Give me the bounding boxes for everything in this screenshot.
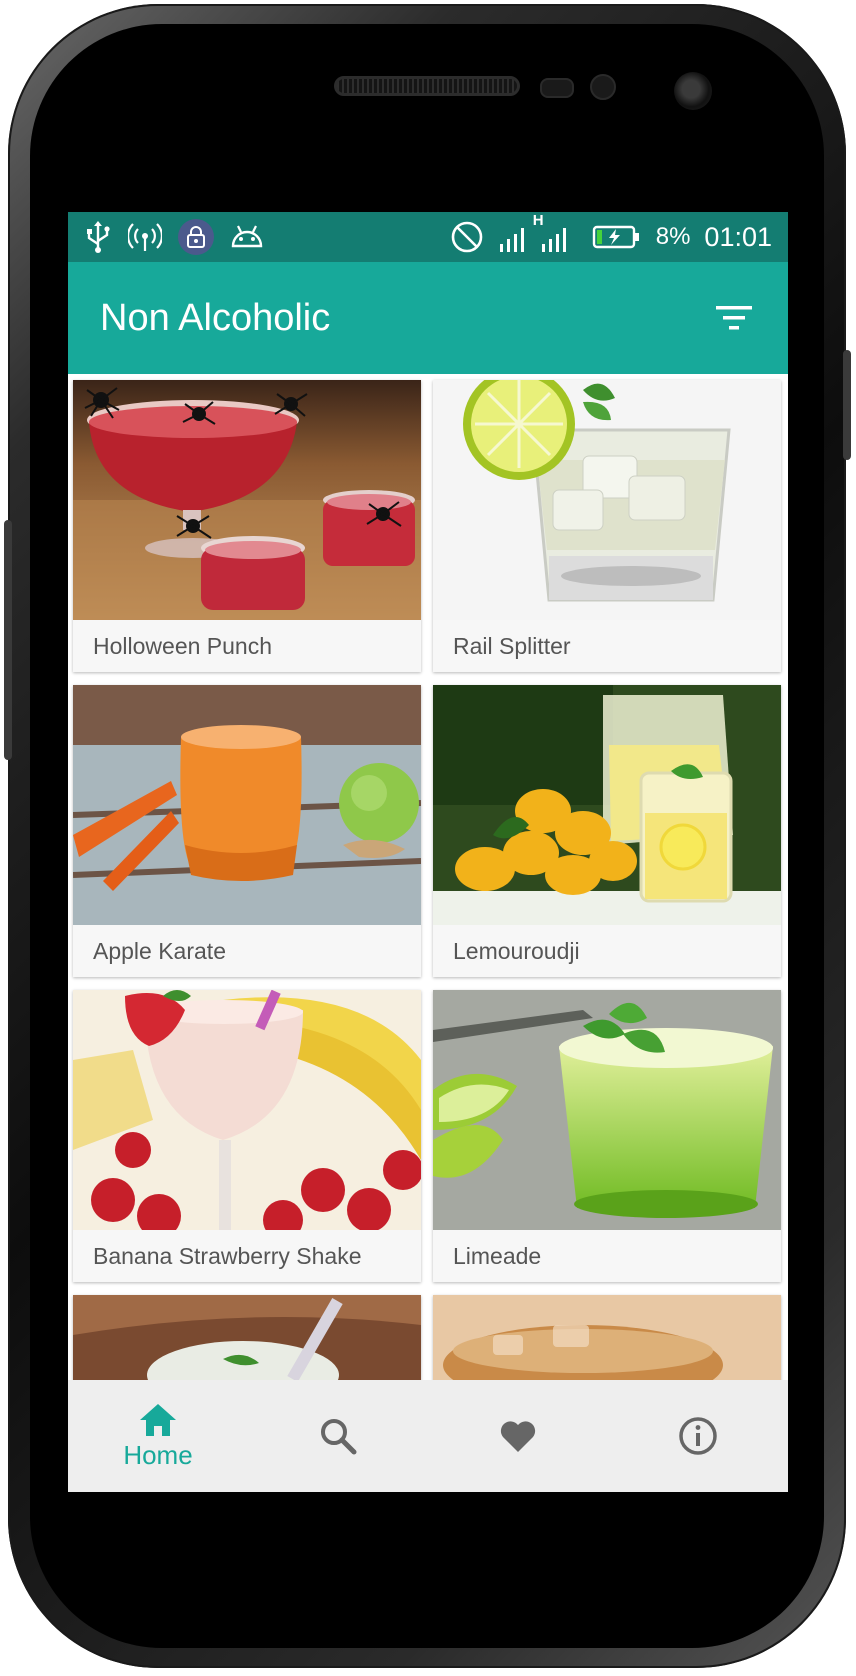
network-type-label: H (532, 212, 544, 229)
battery-charging-icon (592, 224, 642, 250)
drink-name: Apple Karate (93, 937, 226, 964)
clock: 01:01 (704, 221, 772, 252)
drink-card[interactable]: Limeade (433, 990, 781, 1282)
drink-image (433, 990, 781, 1230)
nav-home[interactable]: Home (68, 1380, 248, 1492)
filter-list-icon (716, 306, 752, 330)
drink-card[interactable]: Holloween Punch (73, 380, 421, 672)
do-not-disturb-icon (450, 220, 484, 254)
drink-name: Limeade (453, 1242, 542, 1269)
nav-search[interactable] (248, 1380, 428, 1492)
nav-info[interactable] (608, 1380, 788, 1492)
search-icon (321, 1419, 357, 1455)
app-bar: Non Alcoholic (68, 262, 788, 374)
drink-name: Holloween Punch (93, 632, 273, 659)
nav-favorites[interactable] (428, 1380, 608, 1492)
drink-image (73, 990, 421, 1230)
proximity-sensor (540, 78, 574, 98)
drink-card[interactable]: Banana Strawberry Shake (73, 990, 421, 1282)
bottom-navigation: Home (68, 1380, 788, 1492)
drink-image (433, 685, 781, 925)
hotspot-icon (128, 221, 162, 253)
power-button (843, 350, 851, 460)
drink-image (73, 685, 421, 925)
page-title: Non Alcoholic (100, 296, 331, 339)
heart-icon (500, 1421, 536, 1452)
light-sensor (590, 74, 616, 100)
drink-image (73, 1295, 421, 1385)
nav-home-label: Home (123, 1439, 193, 1470)
front-camera (674, 72, 712, 110)
drink-name: Lemouroudji (453, 937, 580, 964)
volume-button (4, 520, 12, 760)
info-icon (679, 1417, 717, 1455)
drink-grid: Holloween Punch Rail Splitter Apple Kara… (68, 374, 788, 1394)
vpn-lock-icon (178, 219, 214, 255)
drink-card[interactable]: Lemouroudji (433, 685, 781, 977)
earpiece-speaker (334, 76, 520, 96)
drink-image (73, 380, 421, 620)
filter-button[interactable] (710, 294, 758, 342)
battery-percent: 8% (655, 223, 691, 250)
drink-image (433, 380, 781, 620)
drink-card[interactable] (73, 1295, 421, 1385)
usb-icon (84, 220, 112, 254)
home-icon (140, 1403, 176, 1436)
signal-icon: H (498, 212, 578, 254)
drink-name: Banana Strawberry Shake (93, 1242, 362, 1269)
status-bar: H 8% 01:01 (68, 212, 788, 262)
drink-image (433, 1295, 781, 1385)
drink-card[interactable] (433, 1295, 781, 1385)
app-screen: H 8% 01:01 Non Alcoholic Holloween Punch… (68, 212, 788, 1492)
drink-card[interactable]: Apple Karate (73, 685, 421, 977)
android-debug-icon (230, 224, 264, 250)
drink-card[interactable]: Rail Splitter (433, 380, 781, 672)
drink-name: Rail Splitter (453, 632, 571, 659)
